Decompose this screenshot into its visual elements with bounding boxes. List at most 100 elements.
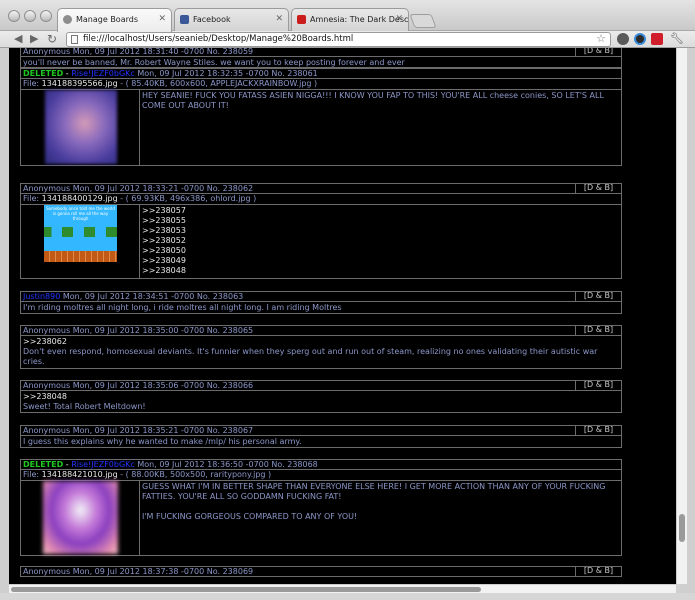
delete-and-ban-link[interactable]: [D & B] [575,425,621,436]
poster-name: Anonymous [23,184,71,193]
post-date: Mon, 09 Jul 2012 18:34:51 -0700 [62,292,195,301]
deleted-label: DELETED [23,69,64,78]
post-message: HEY SEANIE! FUCK YOU FATASS ASIEN NIGGA!… [142,91,607,110]
file-link[interactable]: 134188395566.jpg [42,79,118,88]
post-header: DELETED - Rise!JEZF0bGKc Mon, 09 Jul 201… [20,459,622,470]
horizontal-scroll-thumb[interactable] [11,587,481,592]
post-number[interactable]: No. 238066 [207,381,253,390]
post-header: Anonymous Mon, 09 Jul 2012 18:35:06 -070… [20,380,622,391]
tab-facebook[interactable]: Facebook ✕ [174,8,289,31]
thumbnail-cell [21,90,140,165]
poster-name: Anonymous [23,567,71,576]
brick-ground [44,251,117,262]
file-link[interactable]: 134188421010.jpg [42,470,118,479]
reload-icon[interactable]: ↻ [47,32,57,46]
tree-row [44,227,117,237]
zoom-window-button[interactable] [40,10,52,22]
post-message: I guess this explains why he wanted to m… [23,437,302,446]
bookmark-star-icon[interactable]: ☆ [596,32,606,45]
quote-link[interactable]: >>238053 [142,226,619,236]
post-number[interactable]: No. 238062 [207,184,253,193]
delete-and-ban-link[interactable]: [D & B] [575,566,621,577]
post-date: Mon, 09 Jul 2012 18:36:50 -0700 [137,460,269,469]
extension-icon[interactable] [634,33,646,45]
youtube-icon [297,15,306,24]
quote-link[interactable]: >>238049 [142,256,619,266]
browser-titlebar: Manage Boards ✕ Facebook ✕ Amnesia: The … [0,0,695,32]
quote-link[interactable]: >>238052 [142,236,619,246]
post: Anonymous Mon, 09 Jul 2012 18:33:21 -070… [20,183,622,279]
horizontal-scrollbar[interactable] [9,584,676,593]
close-tab-icon[interactable]: ✕ [275,14,283,24]
post-body: Somebody once told me the world is gonna… [20,205,622,279]
post-number[interactable]: No. 238059 [207,48,253,56]
quote-link[interactable]: >>238050 [142,246,619,256]
tab-amnesia[interactable]: Amnesia: The Dark Descent ✕ [291,8,409,31]
post-number[interactable]: No. 238069 [207,567,253,576]
post-body: HEY SEANIE! FUCK YOU FATASS ASIEN NIGGA!… [20,90,622,166]
delete-and-ban-link[interactable]: [D & B] [575,48,621,57]
facebook-icon [180,15,189,24]
new-tab-button[interactable] [409,14,437,28]
window-bottom-edge [0,593,695,600]
quote-link[interactable]: >>238048 [23,392,619,402]
extension-icon[interactable] [651,33,663,45]
file-info: File: 134188395566.jpg - ( 85.40KB, 600x… [20,79,622,90]
file-label: File: [23,470,40,479]
vertical-scrollbar[interactable] [676,48,687,584]
post-header: Anonymous Mon, 09 Jul 2012 18:33:21 -070… [20,183,622,194]
quote-link[interactable]: >>238062 [23,337,619,347]
extension-icon[interactable] [617,33,629,45]
poster-name: Anonymous [23,326,71,335]
thumbnail-caption: Somebody once told me the world is gonna… [46,206,115,221]
file-info: File: 134188400129.jpg - ( 69.93KB, 496x… [20,194,622,205]
address-bar-url[interactable]: file:///localhost/Users/seanieb/Desktop/… [83,34,353,44]
delete-and-ban-link[interactable]: [D & B] [575,325,621,336]
post: Anonymous Mon, 09 Jul 2012 18:35:00 -070… [20,325,622,369]
tab-manage-boards[interactable]: Manage Boards ✕ [57,8,172,32]
quote-link[interactable]: >>238055 [142,216,619,226]
post-header: Justin890 Mon, 09 Jul 2012 18:34:51 -070… [20,291,622,302]
wrench-icon[interactable]: 🔧︎ [670,32,684,46]
post-number[interactable]: No. 238067 [207,426,253,435]
post-message: GUESS WHAT I'M IN BETTER SHAPE THAN EVER… [142,482,606,521]
delete-and-ban-link[interactable]: [D & B] [575,380,621,391]
file-meta: - ( 69.93KB, 496x386, ohlord.jpg ) [120,194,257,203]
vertical-scroll-thumb[interactable] [679,514,685,542]
quote-link[interactable]: >>238048 [142,266,619,276]
post-number[interactable]: No. 238061 [271,69,317,78]
quote-list: >>238057 >>238055 >>238053 >>238052 >>23… [142,206,619,276]
post-date: Mon, 09 Jul 2012 18:35:21 -0700 [72,426,205,435]
document-icon [71,35,78,44]
file-meta: - ( 85.40KB, 600x600, APPLEJACKXRAINBOW.… [120,79,318,88]
poster-name: Justin890 [23,292,61,301]
post-thumbnail[interactable]: Somebody once told me the world is gonna… [44,205,117,262]
post-number[interactable]: No. 238065 [207,326,253,335]
close-window-button[interactable] [8,10,20,22]
back-arrow-icon[interactable]: ◀ [14,32,22,46]
post-date: Mon, 09 Jul 2012 18:35:06 -0700 [72,381,205,390]
post-message: you'll never be banned, Mr. Robert Wayne… [23,58,405,67]
thumbnail-cell [21,481,140,555]
post-body: I'm riding moltres all night long, i rid… [20,302,622,314]
post-header: Anonymous Mon, 09 Jul 2012 18:35:00 -070… [20,325,622,336]
delete-and-ban-link[interactable]: [D & B] [575,291,621,302]
minimize-window-button[interactable] [24,10,36,22]
post-message: Don't even respond, homosexual deviants.… [23,347,600,366]
address-bar[interactable]: file:///localhost/Users/seanieb/Desktop/… [66,32,611,47]
file-link[interactable]: 134188400129.jpg [42,194,118,203]
quote-link[interactable]: >>238057 [142,206,619,216]
post-number[interactable]: No. 238068 [271,460,317,469]
tab-title: Amnesia: The Dark Descent [310,15,409,24]
post-number[interactable]: No. 238063 [197,292,243,301]
post-thumbnail[interactable] [43,481,118,554]
tab-title: Manage Boards [76,15,138,24]
delete-and-ban-link[interactable]: [D & B] [575,183,621,194]
post-thumbnail[interactable] [45,90,117,164]
post: Anonymous Mon, 09 Jul 2012 18:31:40 -070… [20,48,622,68]
post-date: Mon, 09 Jul 2012 18:37:38 -0700 [72,567,205,576]
forward-arrow-icon[interactable]: ▶ [30,32,38,46]
close-tab-icon[interactable]: ✕ [158,14,166,24]
post-date: Mon, 09 Jul 2012 18:31:40 -0700 [72,48,205,56]
close-tab-icon[interactable]: ✕ [395,14,403,24]
